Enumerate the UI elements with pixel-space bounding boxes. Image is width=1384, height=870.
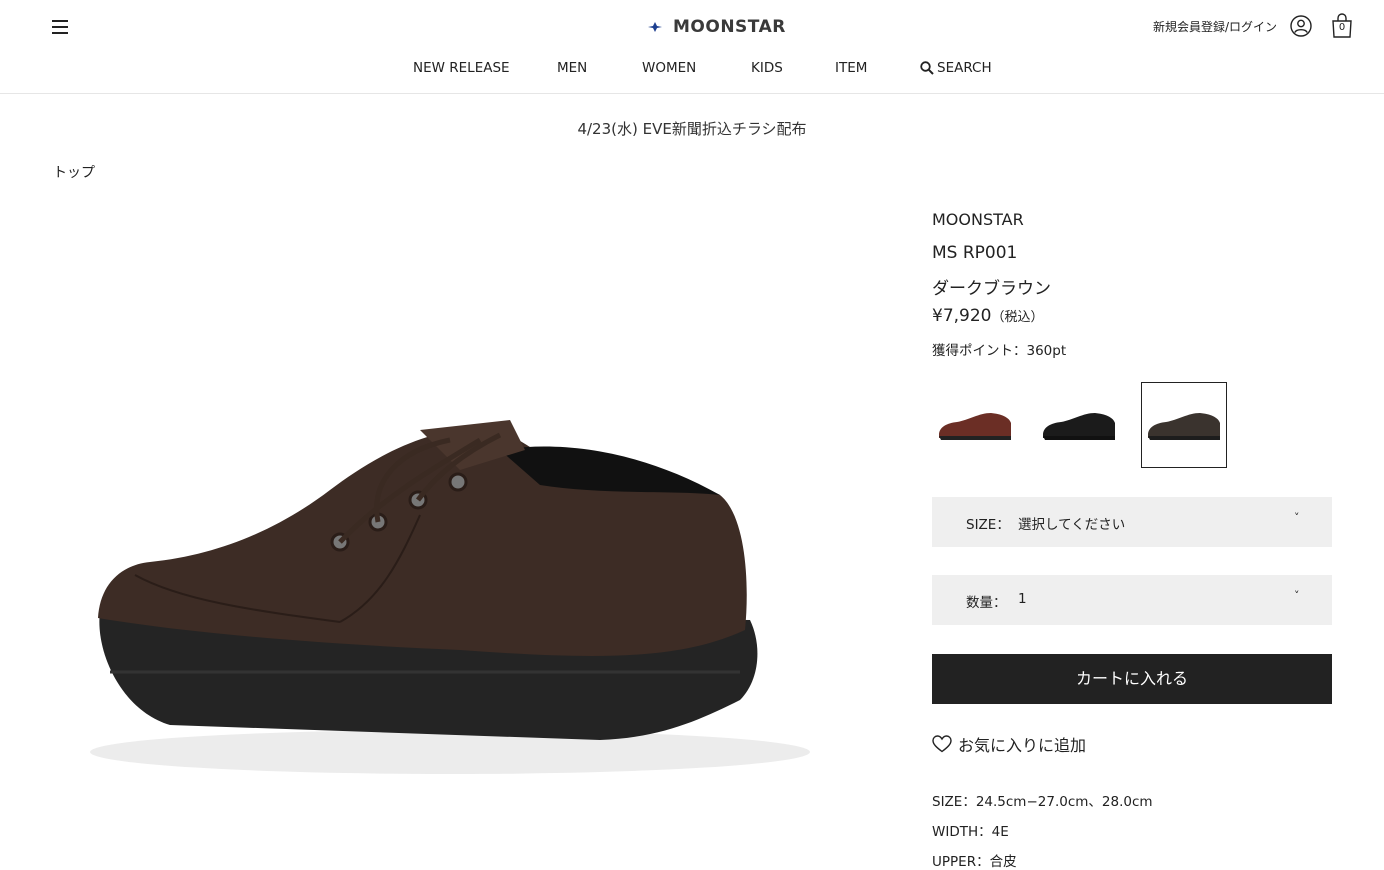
notice-banner[interactable]: 4/23(水) EVE新聞折込チラシ配布 [0,118,1384,139]
shopping-bag-button[interactable]: 0 [1330,13,1354,39]
add-to-favorites-button[interactable]: お気に入りに追加 [932,733,1086,755]
quantity-select-label: 数量： [966,595,1007,611]
add-to-cart-button[interactable]: カートに入れる [932,654,1332,704]
hamburger-menu-icon[interactable] [50,18,70,36]
product-model: MS RP001 [932,243,1018,263]
logo-text: MOONSTAR [673,17,786,37]
product-color-name: ダークブラウン [932,279,1051,299]
cart-count-badge: 0 [1338,22,1346,33]
product-price: ¥7,920（税込） [932,306,1044,326]
nav-men[interactable]: MEN [557,60,587,76]
heart-icon [932,735,952,753]
color-swatches [932,382,1232,468]
nav-women[interactable]: WOMEN [642,60,696,76]
product-brand[interactable]: MOONSTAR [932,210,1024,229]
nav-kids[interactable]: KIDS [751,60,783,76]
nav-new-release[interactable]: NEW RELEASE [413,60,510,76]
moonstar-logo-icon [641,17,662,37]
search-icon [920,61,934,75]
size-select-value: 選択してください [1018,517,1126,533]
spec-size: SIZE：24.5cm−27.0cm、28.0cm [932,794,1153,810]
site-header: MOONSTAR 新規会員登録/ログイン 0 NEW RELEASE MEN W… [0,0,1384,94]
product-main-image [90,420,810,774]
breadcrumb-top[interactable]: トップ [53,162,95,182]
size-select-label: SIZE： [966,517,1010,533]
product-points: 獲得ポイント：360pt [932,343,1067,359]
swatch-shoe-image [939,413,1011,440]
chevron-down-icon: ˅ [1294,511,1300,524]
swatch-black[interactable] [1036,382,1122,468]
spec-upper: UPPER：合皮 [932,854,1017,870]
main-nav: NEW RELEASE MEN WOMEN KIDS ITEM SEARCH [0,60,1384,80]
site-logo[interactable]: MOONSTAR [637,14,786,40]
nav-search-label: SEARCH [937,60,992,76]
user-account-icon[interactable] [1290,15,1312,37]
register-login-link[interactable]: 新規会員登録/ログイン [1153,18,1277,35]
price-value: ¥7,920 [932,306,992,326]
swatch-shoe-image [1148,413,1220,440]
nav-search[interactable]: SEARCH [920,60,992,76]
quantity-select[interactable]: 数量： 1 ˅ [932,575,1332,625]
size-select[interactable]: SIZE： 選択してください ˅ [932,497,1332,547]
quantity-select-value: 1 [1018,591,1027,607]
price-tax-label: （税込） [991,310,1044,325]
swatch-shoe-image [1043,413,1115,440]
chevron-down-icon: ˅ [1294,589,1300,602]
swatch-dark-brown-selected[interactable] [1141,382,1227,468]
nav-item[interactable]: ITEM [835,60,867,76]
favorite-label: お気に入りに追加 [958,736,1087,755]
swatch-red-brown[interactable] [932,382,1018,468]
spec-width: WIDTH：4E [932,824,1009,840]
